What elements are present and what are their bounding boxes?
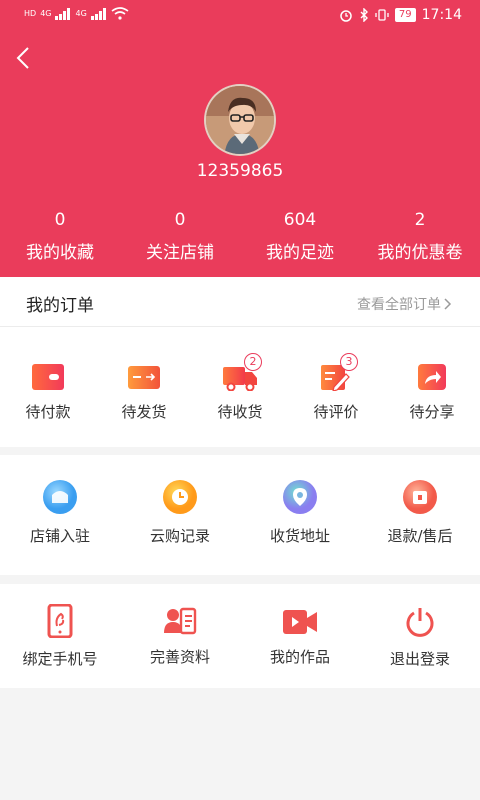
order-label: 待付款	[25, 403, 71, 421]
stat-coupons[interactable]: 2 我的优惠卷	[360, 208, 480, 263]
back-arrow-icon[interactable]	[12, 46, 36, 70]
profile-stats: 0 我的收藏 0 关注店铺 604 我的足迹 2 我的优惠卷	[0, 208, 480, 263]
signal-icon	[55, 7, 71, 20]
signal-icon-2	[90, 7, 106, 20]
account-my-works[interactable]: 我的作品	[240, 584, 360, 688]
service-label: 云购记录	[149, 527, 210, 545]
stat-value: 604	[283, 210, 317, 230]
account-section: 绑定手机号 完善资料 我的作品 退出登录	[0, 584, 480, 688]
video-icon	[283, 610, 317, 634]
username: 12359865	[196, 161, 284, 181]
share-icon	[418, 364, 446, 390]
power-icon	[406, 608, 434, 637]
view-all-orders-link[interactable]: 查看全部订单	[357, 294, 452, 314]
vibrate-icon	[375, 9, 389, 21]
avatar-photo	[206, 86, 274, 154]
card-ship-icon	[128, 366, 160, 389]
stat-label: 我的优惠卷	[377, 243, 463, 263]
order-label: 待评价	[313, 403, 359, 421]
stat-footprints[interactable]: 604 我的足迹	[240, 208, 360, 263]
account-label: 完善资料	[149, 648, 210, 666]
order-pending-share[interactable]: 待分享	[384, 327, 480, 447]
account-logout[interactable]: 退出登录	[360, 584, 480, 688]
clock-icon	[163, 480, 197, 514]
clock: 17:14	[421, 7, 462, 23]
location-icon	[283, 480, 317, 514]
stat-value: 2	[414, 210, 426, 230]
battery-indicator: 79	[394, 8, 416, 22]
view-all-label: 查看全部订单	[357, 297, 441, 313]
avatar[interactable]	[204, 84, 276, 156]
stat-value: 0	[174, 210, 186, 230]
account-complete-profile[interactable]: 完善资料	[120, 584, 240, 688]
profile-header: HD 4G 4G 79 17:14 12359865 0 我的收藏 0 关注店铺…	[0, 0, 480, 277]
wallet-icon	[32, 364, 64, 390]
refund-icon	[403, 480, 437, 514]
order-pending-receipt[interactable]: 2 待收货	[192, 327, 288, 447]
service-label: 店铺入驻	[29, 527, 90, 545]
review-icon-wrap: 3	[320, 353, 358, 392]
service-label: 退款/售后	[387, 527, 453, 545]
alarm-icon	[340, 10, 352, 22]
status-bar: HD 4G 4G 79 17:14	[0, 0, 480, 34]
account-label: 退出登录	[389, 650, 450, 668]
account-label: 我的作品	[269, 648, 330, 666]
stat-label: 关注店铺	[146, 243, 214, 263]
orders-header: 我的订单 查看全部订单	[0, 277, 480, 327]
receipt-count-badge: 2	[244, 353, 262, 371]
orders-section: 待付款 待发货 2 待收货 3 待评价 待分享	[0, 327, 480, 447]
order-pending-shipment[interactable]: 待发货	[96, 327, 192, 447]
service-purchase-records[interactable]: 云购记录	[120, 455, 240, 575]
order-label: 待收货	[217, 403, 263, 421]
store-icon	[43, 480, 77, 514]
service-shipping-address[interactable]: 收货地址	[240, 455, 360, 575]
hd-label: HD	[24, 9, 37, 18]
services-section: 店铺入驻 云购记录 收货地址 退款/售后	[0, 455, 480, 575]
account-label: 绑定手机号	[22, 650, 98, 668]
status-right: 79 17:14	[339, 7, 462, 23]
stat-label: 我的足迹	[266, 243, 334, 263]
stat-followed-stores[interactable]: 0 关注店铺	[120, 208, 240, 263]
account-bind-phone[interactable]: 绑定手机号	[0, 584, 120, 688]
review-count-badge: 3	[340, 353, 358, 371]
order-pending-review[interactable]: 3 待评价	[288, 327, 384, 447]
wifi-icon	[111, 7, 129, 20]
bluetooth-icon	[360, 8, 368, 22]
order-label: 待发货	[121, 403, 167, 421]
service-refund[interactable]: 退款/售后	[360, 455, 480, 575]
chevron-right-icon	[444, 298, 452, 310]
profile-card-icon	[164, 607, 197, 635]
phone-icon	[47, 604, 73, 638]
stat-label: 我的收藏	[26, 243, 94, 263]
stat-favorites[interactable]: 0 我的收藏	[0, 208, 120, 263]
truck-icon-wrap: 2	[222, 353, 262, 392]
service-label: 收货地址	[269, 527, 330, 545]
order-label: 待分享	[409, 403, 455, 421]
order-pending-payment[interactable]: 待付款	[0, 327, 96, 447]
service-store-entry[interactable]: 店铺入驻	[0, 455, 120, 575]
orders-title: 我的订单	[26, 296, 94, 316]
signal-indicators: HD 4G 4G	[24, 7, 129, 20]
network-label-2: 4G	[75, 9, 87, 18]
network-label: 4G	[40, 9, 52, 18]
stat-value: 0	[54, 210, 66, 230]
